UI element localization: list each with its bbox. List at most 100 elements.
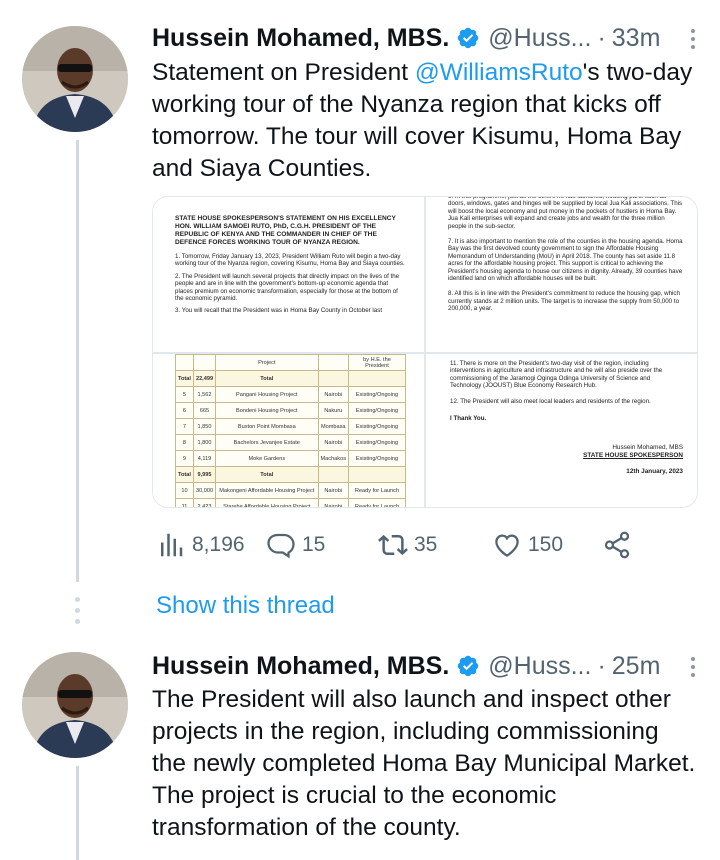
document-image-1[interactable]: STATE HOUSE SPOKESPERSON'S STATEMENT ON … [153,197,424,352]
table-cell [317,466,349,483]
tweet-header: Hussein Mohamed, MBS. @Huss... · 25m [152,648,700,684]
mention-link[interactable]: @WilliamsRuto [415,59,583,86]
table-cell: Existing/Ongoing [348,434,406,451]
reply-button[interactable]: 15 [266,527,325,563]
document-image-4[interactable]: 11. There is more on the President's two… [426,354,697,507]
table-row: Total 22,499 Total [175,370,406,387]
thread-dot [75,619,80,624]
table-cell [317,370,349,387]
timestamp[interactable]: 25m [612,652,661,681]
document-paragraph: 12. The President will also meet local l… [450,397,651,405]
more-icon[interactable] [678,652,708,682]
avatar[interactable] [22,26,128,132]
table-cell: Existing/Ongoing [348,402,406,419]
document-paragraph: 8. All this is in line with the Presiden… [448,290,680,313]
display-name[interactable]: Hussein Mohamed, MBS. [152,652,449,681]
document-paragraph: 2. The President will launch several pro… [175,272,400,303]
table-cell: Total [175,370,194,387]
thread-line [76,766,79,860]
table-cell [192,354,217,371]
avatar[interactable] [22,652,128,758]
table-cell: 9,995 [192,466,217,483]
table-cell: Ready for Launch [348,498,406,507]
table-cell: 11 [175,498,194,507]
table-row: 10 30,000 Makongeni Affordable Housing Pro… [175,482,406,499]
views-icon [161,533,183,557]
thread-dot [75,597,80,602]
table-cell: Nairobi [317,434,349,451]
document-thanks: I Thank You. [450,415,487,423]
views-button[interactable]: 8,196 [156,527,245,563]
table-cell: Makongeni Affordable Housing Project [215,482,319,499]
table-cell: Bachelors Jevanjee Estate [215,434,319,451]
attached-images[interactable]: STATE HOUSE SPOKESPERSON'S STATEMENT ON … [152,196,698,508]
table-row: 6 665 Bondeni Housing Project Nakuru Existin… [175,402,406,419]
display-name[interactable]: Hussein Mohamed, MBS. [152,24,449,53]
avatar-photo [22,26,128,132]
table-row: 9 4,119 Moke Gardens Machakos Existing/Ongoi… [175,450,406,467]
table-cell: 665 [192,402,217,419]
document-paragraph: 1. Tomorrow, Friday January 13, 2023, Pr… [175,253,405,268]
table-cell: Nairobi [317,386,349,403]
table-cell: Total [215,466,319,483]
table-row: 7 1,850 Buxton Point Mombasa Mombasa Existin… [175,418,406,435]
like-icon [495,534,519,557]
document-title: STATE HOUSE SPOKESPERSON'S STATEMENT ON … [175,215,396,246]
user-handle[interactable]: @Huss... [488,24,591,53]
table-cell [348,370,406,387]
separator: · [597,23,606,52]
table-cell: Mombasa [317,418,349,435]
separator: · [597,651,606,680]
table-row: Total 9,995 Total [175,466,406,483]
tweet-2[interactable]: Hussein Mohamed, MBS. @Huss... · 25m The… [0,632,720,860]
housing-projects-table: Project by H.E. the President Total 22,499 T… [175,354,406,507]
reply-count: 15 [302,533,326,556]
tweet-header: Hussein Mohamed, MBS. @Huss... · 33m [152,20,700,56]
share-button[interactable] [602,527,632,563]
signatory-title: STATE HOUSE SPOKESPERSON [583,452,683,460]
like-count: 150 [528,533,564,556]
retweet-button[interactable]: 35 [378,527,437,563]
table-cell: Bondeni Housing Project [215,402,319,419]
table-cell: 7 [175,418,194,435]
table-cell: Machakos [317,450,349,467]
timestamp[interactable]: 33m [612,24,661,53]
more-icon[interactable] [678,24,708,54]
table-cell: Starehe Affordable Housing Project [215,498,319,507]
table-cell: 8 [175,434,194,451]
table-cell: Existing/Ongoing [348,418,406,435]
action-bar: 8,196 15 35 150 [152,527,652,563]
table-cell [175,354,194,371]
tweet-text: The President will also launch and inspe… [152,686,696,841]
show-thread-link[interactable]: Show this thread [156,592,335,620]
document-paragraph: 7. It is also important to mention the r… [448,238,683,283]
table-cell: Nakuru [317,402,349,419]
table-cell: Moke Gardens [215,450,319,467]
table-cell: 6 [175,402,194,419]
table-cell: 10 [175,482,194,499]
table-cell: 9 [175,450,194,467]
table-cell: Existing/Ongoing [348,450,406,467]
table-cell: by H.E. the President [348,354,406,371]
table-cell: Existing/Ongoing [348,386,406,403]
verified-badge-icon [456,26,480,50]
tweet-1[interactable]: Hussein Mohamed, MBS. @Huss... · 33m Sta… [0,0,720,590]
table-row: Project by H.E. the President [175,354,406,371]
document-paragraph: 6. In this programme, just as the others… [448,197,683,230]
table-cell: Nairobi [317,482,349,499]
table-row: 5 1,562 Pangani Housing Project Nairobi Exis… [175,386,406,403]
thread-dot [75,608,80,613]
user-handle[interactable]: @Huss... [488,652,591,681]
table-row: 8 1,800 Bachelors Jevanjee Estate Nairobi Ex… [175,434,406,451]
table-cell: Total [175,466,194,483]
tweet-text: Statement on President @WilliamsRuto's t… [152,57,697,185]
reply-icon [267,533,295,559]
like-button[interactable]: 150 [492,527,563,563]
views-count: 8,196 [192,533,245,556]
document-image-3[interactable]: Project by H.E. the President Total 22,499 T… [153,354,424,507]
signatory-name: Hussein Mohamed, MBS [612,444,683,452]
document-image-2[interactable]: 6. In this programme, just as the others… [426,197,697,352]
table-cell: 22,499 [192,370,217,387]
table-cell: Nairobi [317,498,349,507]
table-cell: 2,423 [192,498,217,507]
